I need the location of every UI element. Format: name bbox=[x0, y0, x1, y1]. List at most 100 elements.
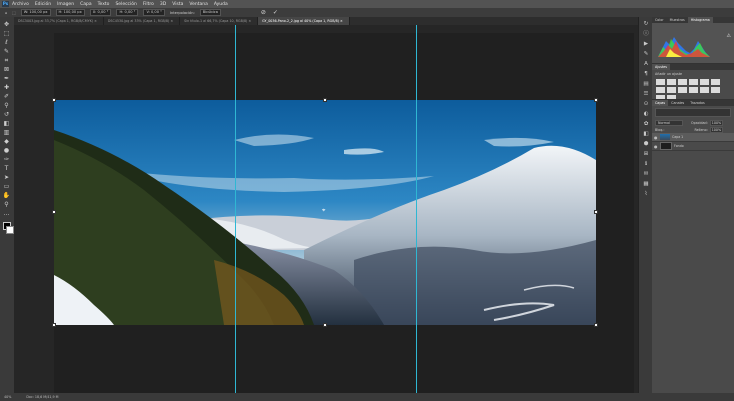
cancel-icon[interactable]: ⊘ bbox=[261, 9, 267, 16]
channel-mixer-icon[interactable] bbox=[689, 87, 698, 93]
brightness-icon[interactable] bbox=[656, 79, 665, 85]
menu-ventana[interactable]: Ventana bbox=[189, 2, 207, 7]
adjustments-icon[interactable]: ◐ bbox=[642, 111, 650, 118]
reference-point-icon[interactable]: ⌖ bbox=[322, 208, 328, 214]
opacity-input[interactable]: 100% bbox=[709, 119, 724, 126]
paths-icon[interactable]: ⌇ bbox=[642, 191, 650, 198]
levels-icon[interactable] bbox=[667, 79, 676, 85]
exposure-icon[interactable] bbox=[689, 79, 698, 85]
transform-handle-top-right[interactable] bbox=[594, 98, 598, 102]
height-field[interactable]: H: 100,00 px bbox=[55, 9, 85, 16]
home-icon[interactable]: ⌂ bbox=[5, 11, 7, 15]
navigator-icon[interactable]: ⊞ bbox=[642, 151, 650, 158]
brush-tool-icon[interactable]: ✐ bbox=[2, 93, 11, 101]
menu-archivo[interactable]: Archivo bbox=[12, 2, 29, 7]
brush-settings-icon[interactable]: ✎ bbox=[642, 51, 650, 58]
type-panel-icon[interactable]: A bbox=[642, 61, 650, 68]
transform-handle-bottom-right[interactable] bbox=[594, 323, 598, 327]
tab-document-active[interactable]: GY_0036-Pano-2_2.jpg al 40% (Capa 1, RGB… bbox=[258, 17, 350, 25]
visibility-eye-icon[interactable]: ● bbox=[654, 144, 658, 149]
posterize-icon[interactable] bbox=[711, 87, 720, 93]
interpolation-select[interactable]: Bicúbica bbox=[199, 9, 221, 16]
tab-document-1[interactable]: DSC5003.jpg al 33,7% (Capa 1, RGB/8/CMYK… bbox=[14, 17, 104, 25]
photo-filter-icon[interactable] bbox=[678, 87, 687, 93]
blend-mode-select[interactable]: Normal bbox=[655, 119, 683, 126]
transform-handle-bottom[interactable] bbox=[323, 323, 327, 327]
guide-vertical-2[interactable] bbox=[416, 25, 417, 393]
menu-vista[interactable]: Vista bbox=[172, 2, 183, 7]
skew-v-field[interactable]: V: 0,00 ° bbox=[143, 9, 165, 16]
tab-channels[interactable]: Canales bbox=[668, 100, 687, 106]
notes-icon[interactable]: ✉ bbox=[642, 171, 650, 178]
eraser-tool-icon[interactable]: ◧ bbox=[2, 120, 11, 128]
swatches-icon[interactable]: ▦ bbox=[642, 181, 650, 188]
blur-tool-icon[interactable]: ◆ bbox=[2, 138, 11, 146]
rotate-field[interactable]: X: 0,00 ° bbox=[89, 9, 112, 16]
more-tools-icon[interactable]: … bbox=[2, 210, 11, 218]
vibrance-icon[interactable] bbox=[700, 79, 709, 85]
history-brush-icon[interactable]: ↺ bbox=[2, 111, 11, 119]
hue-icon[interactable] bbox=[711, 79, 720, 85]
menu-capa[interactable]: Capa bbox=[80, 2, 92, 7]
channels-icon[interactable]: ⊙ bbox=[642, 101, 650, 108]
layer-name[interactable]: Fondo bbox=[674, 144, 684, 148]
pen-tool-icon[interactable]: ✑ bbox=[2, 156, 11, 164]
dodge-tool-icon[interactable]: ● bbox=[2, 147, 11, 155]
3d-panel-icon[interactable]: ⬢ bbox=[642, 141, 650, 148]
guide-vertical-1[interactable] bbox=[235, 25, 236, 393]
styles-icon[interactable]: ◧ bbox=[642, 131, 650, 138]
width-field[interactable]: W: 100,00 px bbox=[20, 9, 51, 16]
tab-document-3[interactable]: Sin título-1 al 66,7% (Capa 10, RGB/8) × bbox=[180, 17, 259, 25]
shape-tool-icon[interactable]: ▭ bbox=[2, 183, 11, 191]
transform-handle-right[interactable] bbox=[594, 210, 598, 214]
layer-row[interactable]: ● Fondo bbox=[652, 142, 734, 151]
layer-comps-icon[interactable]: ☰ bbox=[642, 91, 650, 98]
hand-tool-icon[interactable]: ✋ bbox=[2, 192, 11, 200]
transform-handle-bottom-left[interactable] bbox=[52, 323, 56, 327]
transform-handle-top-left[interactable] bbox=[52, 98, 56, 102]
color-icon[interactable]: ✿ bbox=[642, 121, 650, 128]
lasso-tool-icon[interactable]: ℓ bbox=[2, 39, 11, 47]
background-color-swatch[interactable] bbox=[6, 226, 14, 234]
info-icon[interactable]: ℹ bbox=[642, 161, 650, 168]
marquee-tool-icon[interactable]: ⬚ bbox=[2, 30, 11, 38]
zoom-level[interactable]: 40% bbox=[4, 395, 11, 399]
transform-handle-left[interactable] bbox=[52, 210, 56, 214]
zoom-tool-icon[interactable]: ⚲ bbox=[2, 201, 11, 209]
quick-select-tool-icon[interactable]: ✎ bbox=[2, 48, 11, 56]
layer-name[interactable]: Capa 1 bbox=[672, 135, 683, 139]
bw-icon[interactable] bbox=[667, 87, 676, 93]
crop-tool-icon[interactable]: ⌗ bbox=[2, 57, 11, 65]
stamp-tool-icon[interactable]: ⚲ bbox=[2, 102, 11, 110]
invert-icon[interactable] bbox=[700, 87, 709, 93]
layer-filter-bar[interactable] bbox=[655, 108, 731, 117]
menu-edicion[interactable]: Edición bbox=[35, 2, 51, 7]
healing-tool-icon[interactable]: ✚ bbox=[2, 84, 11, 92]
libraries-icon[interactable]: ▤ bbox=[642, 81, 650, 88]
play-actions-icon[interactable]: ▶ bbox=[642, 41, 650, 48]
history-panel-icon[interactable]: ↻ bbox=[642, 21, 650, 28]
tab-document-2[interactable]: DSC4530.jpg al 33% (Capa 1, RGB/8) × bbox=[104, 17, 181, 25]
eyedropper-tool-icon[interactable]: ✒ bbox=[2, 75, 11, 83]
menu-3d[interactable]: 3D bbox=[160, 2, 166, 7]
type-tool-icon[interactable]: T bbox=[2, 165, 11, 173]
properties-panel-icon[interactable]: ⓘ bbox=[642, 31, 650, 38]
menu-filtro[interactable]: Filtro bbox=[143, 2, 154, 7]
menu-texto[interactable]: Texto bbox=[98, 2, 110, 7]
frame-tool-icon[interactable]: ⊠ bbox=[2, 66, 11, 74]
skew-h-field[interactable]: H: 0,00 ° bbox=[116, 9, 139, 16]
layer-row[interactable]: ● Capa 1 bbox=[652, 133, 734, 142]
gradient-tool-icon[interactable]: ▥ bbox=[2, 129, 11, 137]
tab-layers[interactable]: Capas bbox=[652, 100, 669, 106]
menu-seleccion[interactable]: Selección bbox=[115, 2, 136, 7]
tab-paths[interactable]: Trazados bbox=[687, 100, 707, 106]
warning-icon[interactable]: ⚠ bbox=[727, 33, 731, 39]
curves-icon[interactable] bbox=[678, 79, 687, 85]
fill-input[interactable]: 100% bbox=[709, 126, 724, 133]
move-tool-icon[interactable]: ✥ bbox=[2, 21, 11, 29]
path-select-icon[interactable]: ➤ bbox=[2, 174, 11, 182]
canvas-area[interactable]: ⌖ bbox=[14, 25, 638, 393]
menu-ayuda[interactable]: Ayuda bbox=[214, 2, 228, 7]
visibility-eye-icon[interactable]: ● bbox=[654, 135, 658, 140]
color-balance-icon[interactable] bbox=[656, 87, 665, 93]
